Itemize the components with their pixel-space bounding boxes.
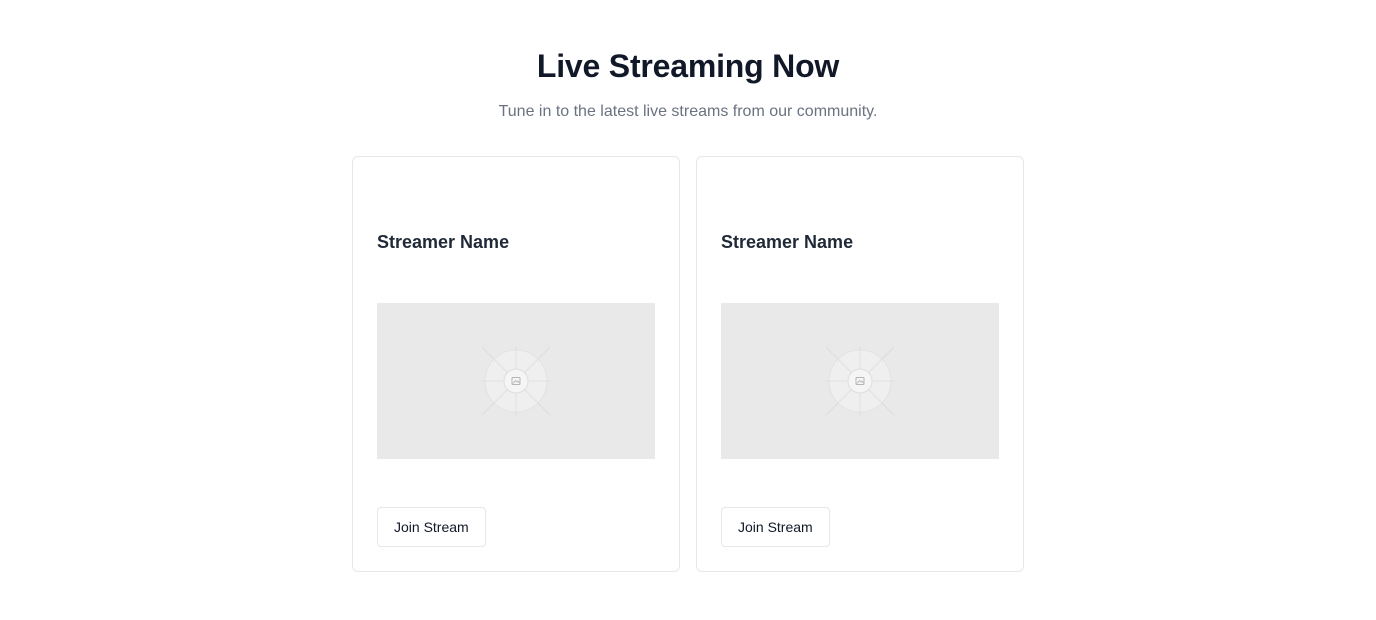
stream-card: Streamer Name Join Stream (696, 156, 1024, 572)
streamer-name: Streamer Name (377, 232, 510, 252)
streamer-name: Streamer Name (721, 232, 854, 252)
stream-card-list: Streamer Name Join Stream Streamer Name … (352, 156, 1024, 572)
page: Live Streaming Now Tune in to the latest… (0, 0, 1376, 620)
image-placeholder-icon (825, 346, 895, 416)
stream-card: Streamer Name Join Stream (352, 156, 680, 572)
page-title: Live Streaming Now (536, 48, 840, 84)
join-stream-button[interactable]: Join Stream (377, 507, 486, 547)
stream-thumbnail (721, 303, 999, 459)
image-placeholder-icon (481, 346, 551, 416)
stream-thumbnail (377, 303, 655, 459)
page-subtitle: Tune in to the latest live streams from … (498, 103, 878, 120)
join-stream-button[interactable]: Join Stream (721, 507, 830, 547)
